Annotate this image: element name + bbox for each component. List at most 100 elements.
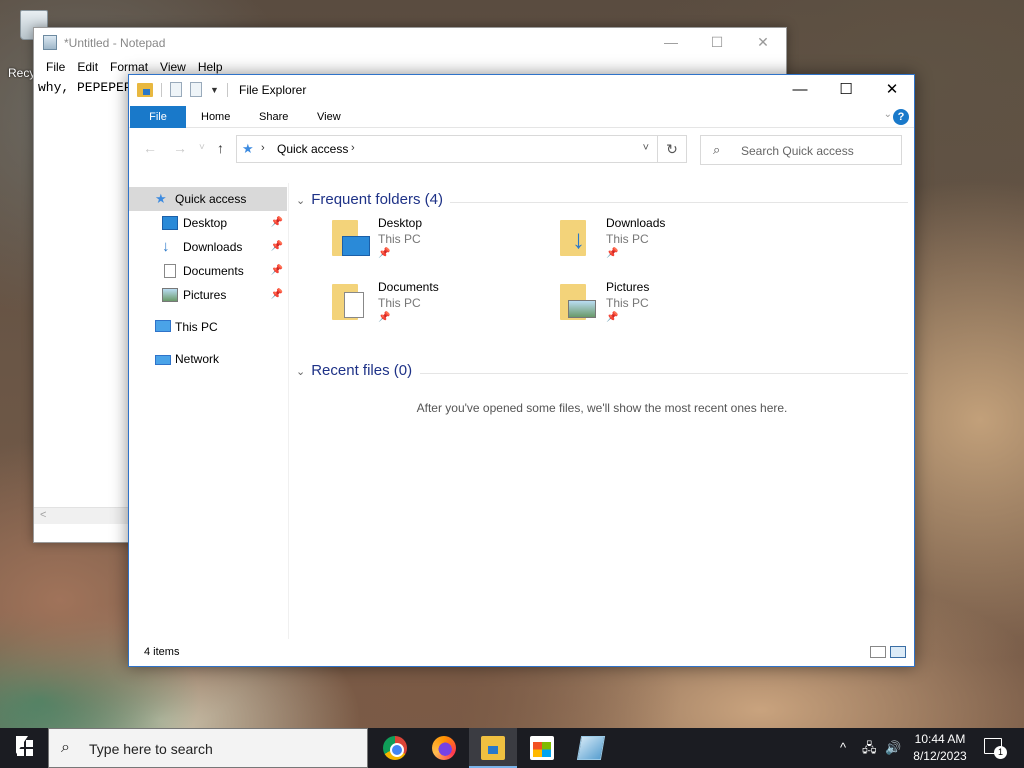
- tab-view[interactable]: View: [303, 106, 355, 128]
- taskbar-search-placeholder: Type here to search: [89, 741, 213, 757]
- notepad-close-button[interactable]: ✕: [740, 28, 786, 58]
- group-title: Recent files (0): [311, 362, 413, 379]
- pin-icon[interactable]: 📌: [271, 283, 283, 307]
- search-box[interactable]: ⌕ Search Quick access: [700, 135, 902, 165]
- file-explorer-icon: [481, 736, 505, 760]
- nav-item-documents[interactable]: Documents 📌: [129, 259, 287, 283]
- up-button[interactable]: ↑: [217, 140, 224, 156]
- pin-icon: 📌: [606, 312, 619, 323]
- group-divider: [450, 202, 908, 203]
- address-dropdown-icon[interactable]: ˅: [643, 142, 649, 154]
- nav-item-pictures[interactable]: Pictures 📌: [129, 283, 287, 307]
- nav-item-network[interactable]: Network: [129, 347, 287, 371]
- network-icon: [155, 355, 171, 365]
- notepad-text-area[interactable]: why, PEPEPEP: [38, 80, 132, 95]
- folder-name: Documents: [378, 280, 439, 294]
- breadcrumb-chevron-icon[interactable]: ›: [351, 142, 355, 154]
- toolbar-divider: [226, 82, 228, 97]
- pin-icon[interactable]: 📌: [271, 259, 283, 283]
- taskbar-notepad[interactable]: [567, 728, 615, 768]
- explorer-minimize-button[interactable]: —: [777, 75, 823, 105]
- downloads-folder-icon: ↓: [558, 218, 598, 260]
- folder-tile-documents[interactable]: Documents This PC 📌: [330, 280, 550, 338]
- notepad-minimize-button[interactable]: —: [648, 28, 694, 58]
- store-icon: [530, 736, 554, 760]
- quick-access-star-icon: ★: [242, 141, 254, 156]
- notepad-menu-file[interactable]: File: [40, 58, 71, 78]
- pin-icon[interactable]: 📌: [271, 211, 283, 235]
- explorer-title: File Explorer: [239, 83, 307, 97]
- folder-tile-downloads[interactable]: ↓ Downloads This PC 📌: [558, 216, 778, 274]
- pin-icon[interactable]: 📌: [271, 235, 283, 259]
- folder-location: This PC: [378, 232, 421, 246]
- folder-name: Downloads: [606, 216, 666, 230]
- folder-location: This PC: [606, 232, 649, 246]
- recent-locations-button[interactable]: ˅: [199, 142, 205, 153]
- tab-share[interactable]: Share: [245, 106, 302, 128]
- taskbar-search-box[interactable]: ⌕ Type here to search: [48, 728, 368, 768]
- taskbar-firefox[interactable]: [420, 728, 468, 768]
- volume-icon[interactable]: 🔊: [885, 728, 901, 768]
- search-icon: ⌕: [61, 739, 70, 756]
- file-explorer-window: ▼ File Explorer — ☐ ✕ File Home Share Vi…: [128, 74, 915, 667]
- nav-item-label: Network: [175, 352, 220, 366]
- expand-ribbon-icon[interactable]: ⌄: [884, 109, 892, 120]
- pin-icon: 📌: [378, 312, 391, 323]
- notification-count: 1: [994, 746, 1007, 759]
- taskbar-store[interactable]: [518, 728, 566, 768]
- nav-item-label: This PC: [175, 320, 218, 334]
- search-placeholder: Search Quick access: [741, 144, 854, 158]
- tab-home[interactable]: Home: [187, 106, 244, 128]
- large-icons-view-icon[interactable]: [890, 646, 906, 658]
- frequent-folders-header[interactable]: ⌄ Frequent folders (4): [296, 191, 443, 208]
- nav-item-label: Quick access: [175, 192, 247, 206]
- refresh-button[interactable]: ↻: [657, 135, 687, 163]
- toolbar-divider: [161, 82, 162, 97]
- mouse-cursor-icon: [16, 736, 28, 754]
- group-title: Frequent folders (4): [311, 191, 443, 208]
- notepad-maximize-button[interactable]: ☐: [694, 28, 740, 58]
- action-center-icon[interactable]: 1: [984, 738, 1007, 759]
- breadcrumb-quick-access[interactable]: Quick access: [277, 142, 348, 156]
- folder-location: This PC: [378, 296, 421, 310]
- taskbar-file-explorer[interactable]: [469, 728, 517, 768]
- recent-files-header[interactable]: ⌄ Recent files (0): [296, 362, 412, 379]
- explorer-close-button[interactable]: ✕: [869, 75, 915, 105]
- scroll-left-icon[interactable]: <: [40, 509, 46, 521]
- notepad-icon: [576, 736, 606, 760]
- nav-item-label: Desktop: [183, 216, 228, 230]
- properties-icon[interactable]: [170, 82, 182, 97]
- notepad-title: *Untitled - Notepad: [64, 36, 166, 50]
- details-view-icon[interactable]: [870, 646, 886, 658]
- folder-tile-pictures[interactable]: Pictures This PC 📌: [558, 280, 778, 338]
- clock[interactable]: 10:44 AM 8/12/2023: [905, 731, 975, 765]
- address-bar[interactable]: ★ › Quick access › ˅: [236, 135, 658, 163]
- tab-file[interactable]: File: [130, 106, 186, 128]
- new-folder-icon[interactable]: [190, 82, 202, 97]
- folder-name: Desktop: [378, 216, 423, 230]
- search-icon: ⌕: [713, 142, 721, 157]
- nav-item-desktop[interactable]: Desktop 📌: [129, 211, 287, 235]
- notepad-icon: [43, 35, 57, 50]
- explorer-title-bar[interactable]: ▼ File Explorer — ☐ ✕: [129, 75, 914, 106]
- show-hidden-icons-icon[interactable]: ^: [840, 728, 846, 768]
- nav-item-downloads[interactable]: ↓ Downloads 📌: [129, 235, 287, 259]
- customize-toolbar-icon[interactable]: ▼: [210, 85, 219, 95]
- nav-item-quick-access[interactable]: ★ Quick access: [129, 187, 287, 211]
- notepad-title-bar[interactable]: *Untitled - Notepad — ☐ ✕: [34, 28, 786, 58]
- network-icon[interactable]: 🖧: [862, 728, 877, 768]
- notepad-menu-edit[interactable]: Edit: [71, 58, 104, 78]
- clock-date: 8/12/2023: [913, 749, 967, 763]
- forward-button[interactable]: →: [173, 140, 187, 156]
- breadcrumb-separator-icon[interactable]: ›: [261, 142, 265, 154]
- back-button[interactable]: ←: [143, 140, 157, 156]
- recent-files-empty-message: After you've opened some files, we'll sh…: [416, 401, 788, 415]
- taskbar-chrome[interactable]: [371, 728, 419, 768]
- star-icon: ★: [155, 191, 167, 206]
- explorer-maximize-button[interactable]: ☐: [823, 75, 869, 105]
- nav-item-this-pc[interactable]: This PC: [129, 315, 287, 339]
- nav-item-label: Documents: [183, 264, 244, 278]
- navigation-pane: ★ Quick access Desktop 📌 ↓ Downloads 📌 D…: [129, 183, 289, 639]
- help-icon[interactable]: ?: [893, 109, 909, 125]
- folder-tile-desktop[interactable]: Desktop This PC 📌: [330, 216, 550, 274]
